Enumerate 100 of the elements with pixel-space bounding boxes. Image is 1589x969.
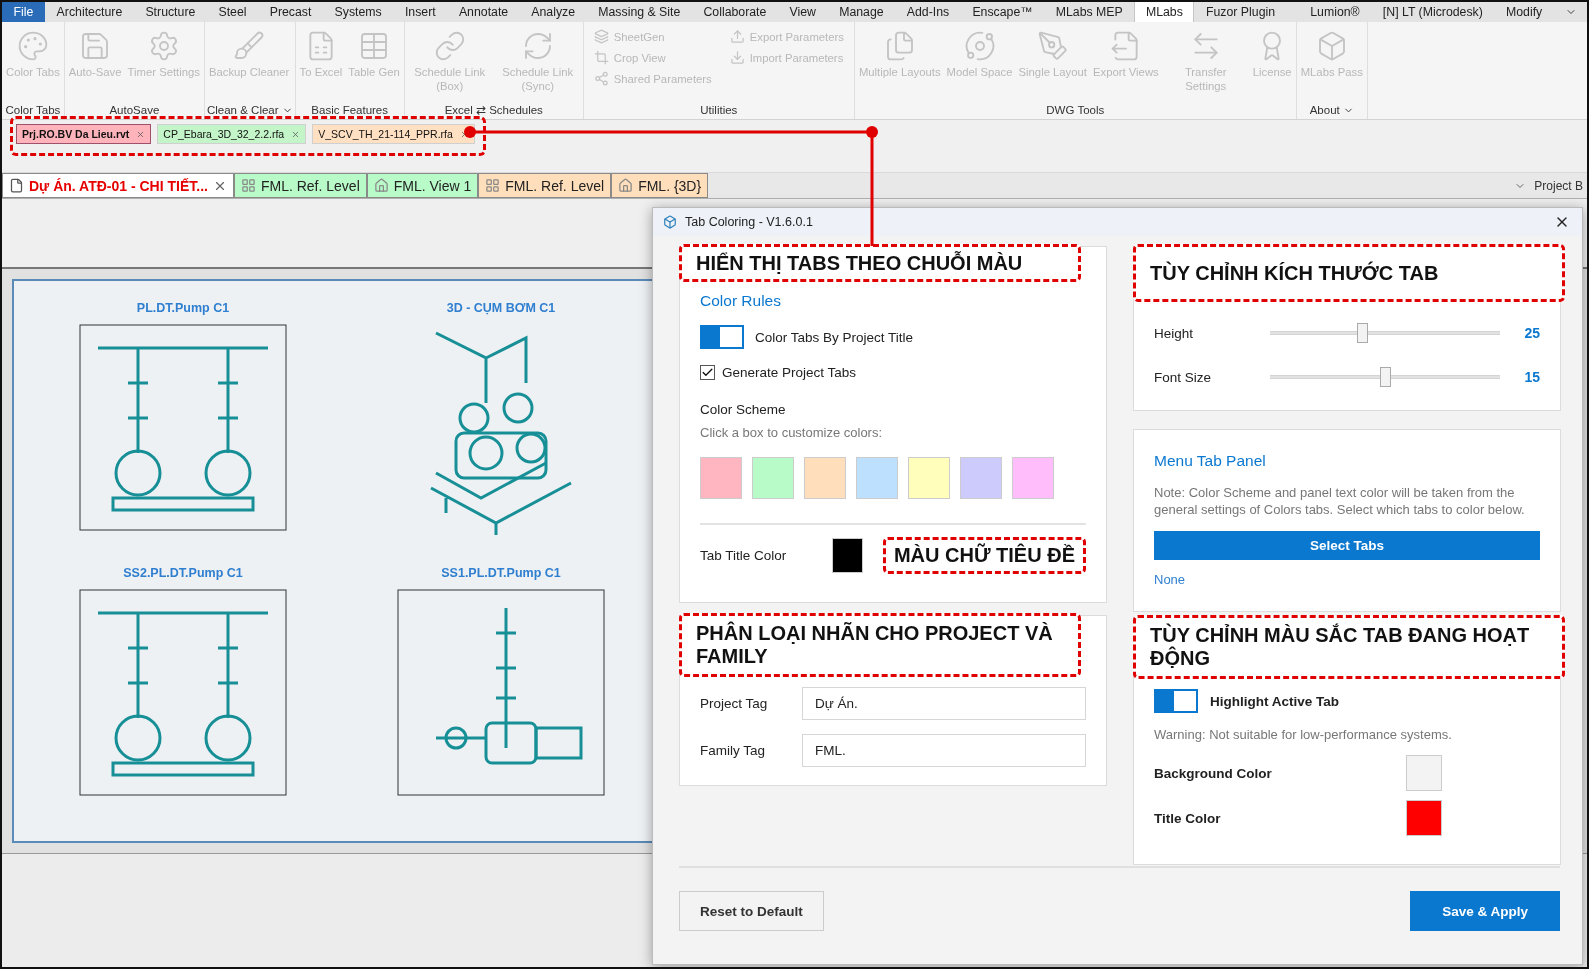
color-swatch[interactable]	[1012, 457, 1054, 499]
group-label: Color Tabs	[5, 104, 61, 116]
document-tab[interactable]: Dự Án. ATĐ-01 - CHI TIẾT...	[2, 173, 234, 198]
slider-label: Font Size	[1154, 369, 1213, 385]
close-icon[interactable]	[136, 129, 146, 139]
toggle-switch[interactable]	[700, 325, 744, 349]
crop-icon	[593, 50, 609, 65]
panel-title: Project B	[1534, 178, 1583, 193]
slider-label: Height	[1154, 325, 1195, 341]
field-label: Title Color	[1154, 810, 1222, 826]
ribbon-tab[interactable]: Annotate	[447, 2, 520, 22]
brush-icon	[233, 30, 266, 62]
slider-thumb[interactable]	[1357, 323, 1368, 343]
view-title: 3D - CỤM BƠM C1	[446, 301, 556, 315]
group-label: About	[1309, 104, 1340, 116]
note-text: Note: Color Scheme and panel text color will be taken from the general settings of Colors tabs. Select which tabs to color below.	[1154, 484, 1526, 518]
field-label: Background Color	[1154, 765, 1273, 781]
callout-label: TÙY CHỈNH MÀU SẮC TAB ĐANG HOẠT ĐỘNG	[1133, 615, 1565, 679]
selection-text: None	[1154, 572, 1186, 587]
group-label: Basic Features	[311, 104, 388, 116]
ribbon-tab[interactable]: Fuzor Plugin	[1194, 2, 1287, 22]
select-tabs-button[interactable]: Select Tabs	[1154, 531, 1540, 560]
ribbon-tab[interactable]: Analyze	[519, 2, 587, 22]
toggle-label: Highlight Active Tab	[1210, 693, 1339, 709]
callout-label: TÙY CHỈNH KÍCH THƯỚC TAB	[1133, 244, 1565, 302]
field-label: Family Tag	[700, 743, 767, 758]
link-icon	[433, 30, 466, 62]
house-icon	[618, 178, 634, 193]
color-swatch[interactable]	[1406, 800, 1442, 836]
slider-value: 25	[1524, 325, 1540, 341]
project-tab[interactable]: V_SCV_TH_21-114_PPR.rfa	[312, 124, 475, 144]
color-swatch[interactable]	[908, 457, 950, 499]
share-icon	[593, 71, 609, 86]
group-label: Clean & Clear	[206, 104, 279, 116]
view-title: SS2.PL.DT.Pump C1	[123, 566, 243, 580]
document-tab[interactable]: FML. View 1	[366, 173, 479, 198]
ribbon-tab[interactable]: Precast	[258, 2, 323, 22]
reset-button[interactable]: Reset to Default	[679, 891, 824, 931]
ribbon-tab[interactable]: MLabs MEP	[1044, 2, 1135, 22]
view-title: PL.DT.Pump C1	[136, 301, 230, 315]
color-swatch[interactable]	[1406, 755, 1442, 791]
color-swatch[interactable]	[804, 457, 846, 499]
ribbon-tab[interactable]: Enscape™	[960, 2, 1045, 22]
warning-text: Warning: Not suitable for low-performance systems.	[1154, 726, 1453, 743]
checkbox[interactable]	[700, 365, 715, 380]
close-icon[interactable]	[291, 129, 301, 139]
slider-thumb[interactable]	[1380, 367, 1391, 387]
upload-icon	[729, 29, 745, 44]
ribbon-tab[interactable]: Structure	[133, 2, 207, 22]
slider-value: 15	[1524, 369, 1540, 385]
pen-icon	[1036, 30, 1069, 62]
color-swatch[interactable]	[752, 457, 794, 499]
document-tab[interactable]: FML. Ref. Level	[233, 173, 367, 198]
checkbox-label: Generate Project Tabs	[722, 365, 857, 380]
color-swatch[interactable]	[960, 457, 1002, 499]
ribbon-tab[interactable]: Architecture	[45, 2, 134, 22]
save-button[interactable]: Save & Apply	[1410, 891, 1560, 931]
group-label: AutoSave	[109, 104, 160, 116]
ribbon-tab[interactable]: Steel	[206, 2, 259, 22]
ribbon-tab[interactable]: Lumion®	[1298, 2, 1372, 22]
house-icon	[373, 178, 389, 193]
project-tab[interactable]: CP_Ebara_3D_32_2.2.rfa	[157, 124, 307, 144]
color-swatch[interactable]	[832, 538, 863, 573]
toggle-label: Color Tabs By Project Title	[755, 329, 914, 345]
download-icon	[729, 50, 745, 65]
color-swatch[interactable]	[856, 457, 898, 499]
hint-text: Click a box to customize colors:	[700, 424, 884, 441]
color-swatch[interactable]	[700, 457, 742, 499]
ribbon-tab[interactable]: Collaborate	[691, 2, 778, 22]
ribbon-tab[interactable]: Manage	[827, 2, 896, 22]
floor-plan-icon	[240, 178, 256, 193]
view-title: SS1.PL.DT.Pump C1	[441, 566, 561, 580]
section-heading: Color Rules	[700, 292, 782, 310]
document-tab[interactable]: FML. {3D}	[611, 173, 709, 198]
ribbon-tab[interactable]: View	[777, 2, 828, 22]
floor-plan-icon	[485, 178, 501, 193]
layers-icon	[593, 29, 609, 44]
file-menu-button[interactable]: File	[2, 2, 45, 22]
ribbon-tab[interactable]: [N] LT (Microdesk)	[1371, 2, 1495, 22]
callout-label: MÀU CHỮ TIÊU ĐỀ	[882, 537, 1086, 574]
group-label: Excel ⇄ Schedules	[444, 103, 543, 117]
app-logo-icon	[663, 215, 677, 229]
table-icon	[358, 30, 390, 62]
input-field[interactable]: FML.	[802, 734, 1086, 767]
window-title: Tab Coloring - V1.6.0.1	[685, 215, 814, 229]
toggle-switch[interactable]	[1154, 689, 1198, 713]
input-field[interactable]: Dự Án.	[802, 687, 1086, 720]
ribbon-tab[interactable]: Add-Ins	[895, 2, 961, 22]
callout-label: PHÂN LOẠI NHÃN CHO PROJECT VÀ FAMILY	[679, 613, 1081, 677]
group-label: DWG Tools	[1046, 104, 1105, 116]
ribbon-tab[interactable]: Insert	[393, 2, 448, 22]
ribbon-tab[interactable]: Massing & Site	[586, 2, 692, 22]
orbit-icon	[963, 30, 996, 62]
field-label: Tab Title Color	[700, 548, 788, 563]
ribbon-tab[interactable]: MLabs	[1134, 2, 1195, 22]
document-tab[interactable]: FML. Ref. Level	[478, 173, 612, 198]
ribbon-tab[interactable]: Systems	[323, 2, 394, 22]
ribbon-tab[interactable]: Modify	[1494, 2, 1554, 22]
project-tab[interactable]: Prj.RO.BV Da Lieu.rvt	[16, 124, 152, 144]
callout-label: HIỂN THỊ TABS THEO CHUỖI MÀU	[679, 244, 1081, 282]
